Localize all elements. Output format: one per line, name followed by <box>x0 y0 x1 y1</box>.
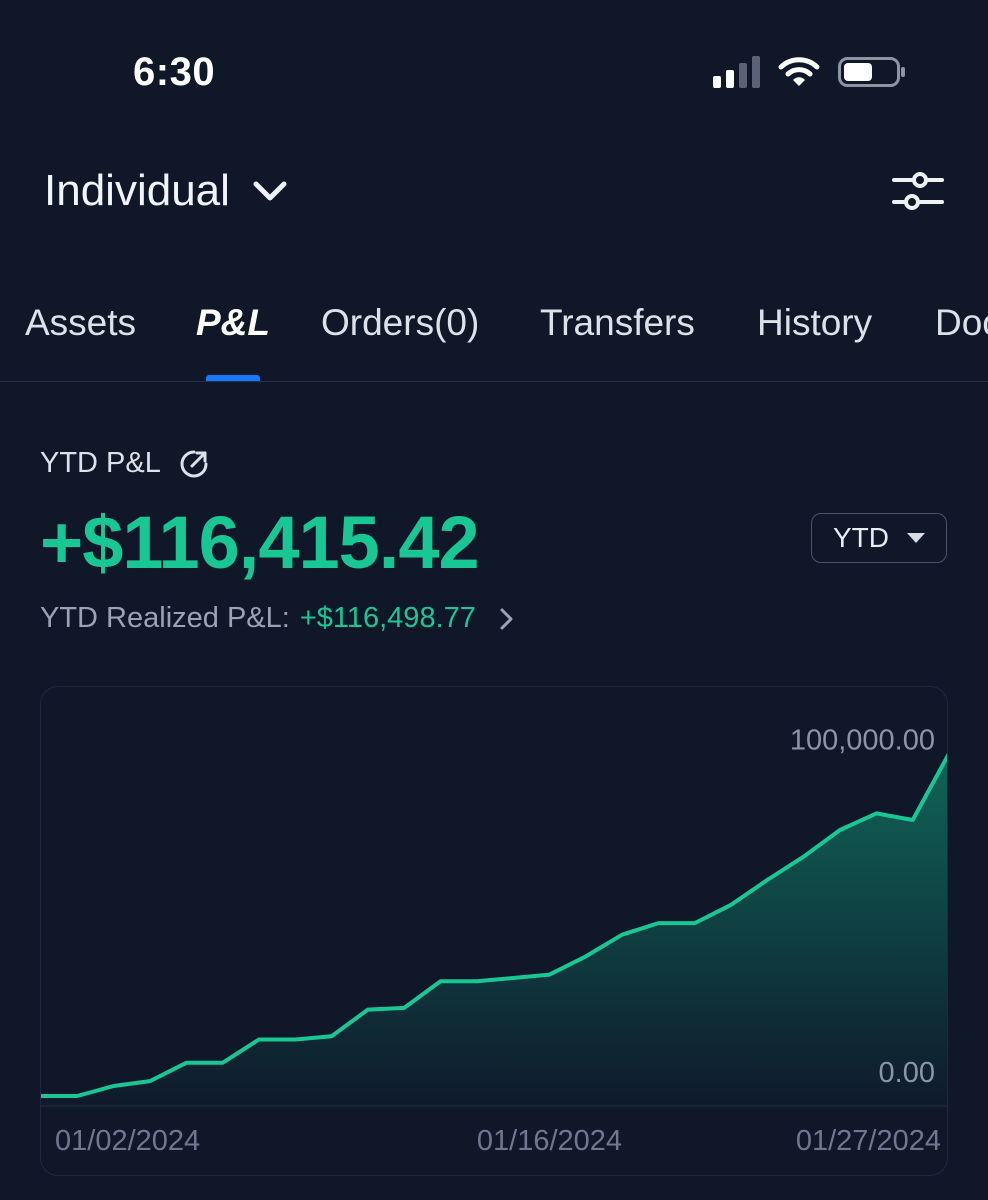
realized-pnl-value: +$116,498.77 <box>299 602 476 634</box>
period-dropdown[interactable]: YTD <box>811 513 947 563</box>
share-icon[interactable] <box>179 449 209 479</box>
active-tab-indicator <box>206 375 260 381</box>
ytd-pnl-label: YTD P&L <box>40 447 161 479</box>
status-time: 6:30 <box>133 50 216 94</box>
chevron-down-icon <box>253 181 287 201</box>
tab-pnl[interactable]: P&L <box>196 302 270 344</box>
cellular-signal-icon <box>713 56 760 88</box>
ytd-pnl-header: YTD P&L <box>40 447 209 480</box>
tab-transfers[interactable]: Transfers <box>540 302 695 344</box>
status-icons <box>713 56 906 88</box>
sliders-icon <box>892 172 944 210</box>
chevron-right-icon <box>500 608 513 629</box>
tab-documents[interactable]: Doc <box>935 302 988 344</box>
tab-orders[interactable]: Orders(0) <box>321 302 479 344</box>
x-tick-label: 01/27/2024 <box>796 1125 941 1157</box>
battery-icon <box>838 57 905 87</box>
x-tick-label: 01/02/2024 <box>55 1125 200 1157</box>
pnl-area-fill <box>41 757 947 1106</box>
account-selector[interactable]: Individual <box>44 166 288 216</box>
tab-bar: Assets P&L Orders(0) Transfers History D… <box>0 290 988 382</box>
ytd-pnl-value: +$116,415.42 <box>40 501 480 584</box>
period-value: YTD <box>833 522 889 553</box>
y-tick-label: 0.00 <box>879 1057 935 1089</box>
tab-history[interactable]: History <box>757 302 872 344</box>
realized-pnl-link[interactable]: YTD Realized P&L: +$116,498.77 <box>40 602 520 635</box>
wifi-icon <box>778 57 820 86</box>
pnl-chart: 100,000.00 0.00 01/02/2024 01/16/2024 01/27… <box>40 686 948 1176</box>
account-name: Individual <box>44 166 230 215</box>
pnl-chart-svg: 100,000.00 0.00 01/02/2024 01/16/2024 01/27… <box>41 724 947 1157</box>
pnl-screen: 6:30 Individual Assets P&L Orders(0) Tra… <box>0 0 988 1200</box>
realized-pnl-label: YTD Realized P&L: <box>40 602 290 634</box>
filter-settings-button[interactable] <box>892 168 944 216</box>
y-tick-label: 100,000.00 <box>790 724 935 756</box>
tab-assets[interactable]: Assets <box>25 302 136 344</box>
x-tick-label: 01/16/2024 <box>477 1125 622 1157</box>
caret-down-icon <box>907 533 925 543</box>
